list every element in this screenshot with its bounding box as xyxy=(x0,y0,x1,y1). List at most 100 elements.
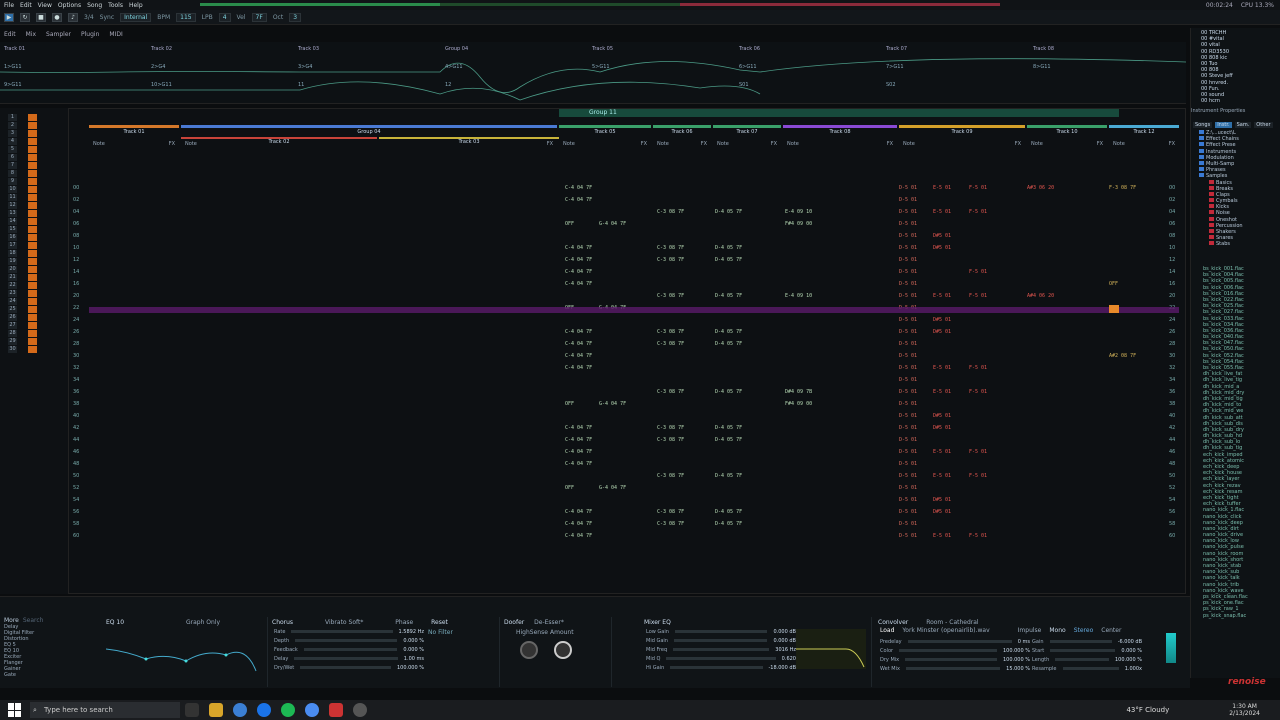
sequence-pattern[interactable] xyxy=(28,186,37,193)
note-cell[interactable]: C-4 04 7F xyxy=(565,533,592,539)
sequence-slot[interactable]: 1 xyxy=(8,114,17,121)
note-cell[interactable]: F-3 08 7F xyxy=(1109,185,1136,191)
note-cell[interactable]: D-5 01 xyxy=(899,209,917,215)
doofer-amount-knob[interactable] xyxy=(554,641,572,659)
browser-tab[interactable]: Songs xyxy=(1193,122,1213,128)
sequence-slot[interactable]: 9 xyxy=(8,178,17,185)
sequence-pattern[interactable] xyxy=(28,298,37,305)
browser-folder[interactable]: Stabs xyxy=(1199,241,1279,247)
sequence-pattern[interactable] xyxy=(28,258,37,265)
sequence-pattern[interactable] xyxy=(28,122,37,129)
note-cell[interactable]: D#4 09 7B xyxy=(785,389,812,395)
note-cell[interactable]: C-3 08 7F xyxy=(657,425,684,431)
note-cell[interactable]: D#5 01 xyxy=(933,509,951,515)
loop-button[interactable]: ↻ xyxy=(20,12,30,22)
note-cell[interactable]: F-5 01 xyxy=(969,389,987,395)
sequence-pattern[interactable] xyxy=(28,282,37,289)
note-cell[interactable]: D-5 01 xyxy=(899,197,917,203)
note-cell[interactable]: C-3 08 7F xyxy=(657,437,684,443)
sequence-slot[interactable]: 3 xyxy=(8,130,17,137)
pattern-row[interactable]: 10 10 C-4 04 7F C-3 08 7F D-4 05 7F D-5 01 D#5… xyxy=(69,245,1185,251)
pattern-row[interactable]: 16 16 C-4 04 7F D-5 01 OFF xyxy=(69,281,1185,287)
param-slider[interactable] xyxy=(907,640,1012,643)
note-cell[interactable]: D#5 01 xyxy=(933,233,951,239)
menu-file[interactable]: File xyxy=(4,2,14,9)
note-cell[interactable]: C-4 04 7F xyxy=(565,449,592,455)
param-slider[interactable] xyxy=(1050,649,1116,652)
note-cell[interactable]: D-5 01 xyxy=(899,413,917,419)
pattern-row[interactable]: 48 48 C-4 04 7F D-5 01 xyxy=(69,461,1185,467)
sequence-pattern[interactable] xyxy=(28,162,37,169)
pattern-row[interactable]: 42 42 C-4 04 7F C-3 08 7F D-4 05 7F D-5 01 D#5… xyxy=(69,425,1185,431)
note-cell[interactable]: F-5 01 xyxy=(969,365,987,371)
sequence-pattern[interactable] xyxy=(28,154,37,161)
renoise-taskbar-icon[interactable] xyxy=(329,703,343,717)
oct-value[interactable]: 3 xyxy=(289,12,302,22)
pattern-row[interactable]: 32 32 C-4 04 7F D-5 01 E-5 01 F-5 01 xyxy=(69,365,1185,371)
note-cell[interactable]: D-5 01 xyxy=(899,269,917,275)
chorus-filter[interactable]: No Filter xyxy=(428,629,453,636)
signature[interactable]: 3/4 xyxy=(84,14,94,21)
edit-cursor[interactable] xyxy=(1109,305,1119,313)
sequence-slot[interactable]: 29 xyxy=(8,338,17,345)
note-cell[interactable]: C-4 04 7F xyxy=(565,329,592,335)
eq10-graph[interactable] xyxy=(106,631,266,681)
note-cell[interactable]: C-4 04 7F xyxy=(565,425,592,431)
scope-track[interactable]: Track 07 7>G11 S02 xyxy=(886,42,1031,104)
pattern-row[interactable]: 56 56 C-4 04 7F C-3 08 7F D-4 05 7F D-5 01 D#5… xyxy=(69,509,1185,515)
note-cell[interactable]: C-4 04 7F xyxy=(565,269,592,275)
menu-options[interactable]: Options xyxy=(58,2,81,9)
param-slider[interactable] xyxy=(291,630,393,633)
pattern-row[interactable]: 60 60 C-4 04 7F D-5 01 E-5 01 F-5 01 xyxy=(69,533,1185,539)
note-cell[interactable]: D-5 01 xyxy=(899,377,917,383)
sequence-pattern[interactable] xyxy=(28,266,37,273)
pattern-row[interactable]: 44 44 C-4 04 7F C-3 08 7F D-4 05 7F D-5 01 xyxy=(69,437,1185,443)
scope-track[interactable]: Track 06 6>G11 S01 xyxy=(739,42,884,104)
param-slider[interactable] xyxy=(905,658,997,661)
mode-sampler[interactable]: Sampler xyxy=(46,31,71,38)
note-cell[interactable]: D-4 05 7F xyxy=(715,473,742,479)
sequence-slot[interactable]: 16 xyxy=(8,234,17,241)
param-value[interactable]: 100.000 % xyxy=(1003,657,1030,663)
note-cell[interactable]: D-4 05 7F xyxy=(715,509,742,515)
sequence-pattern[interactable] xyxy=(28,194,37,201)
sequence-slot[interactable]: 19 xyxy=(8,258,17,265)
stop-button[interactable]: ■ xyxy=(36,12,46,22)
sequence-pattern[interactable] xyxy=(28,250,37,257)
pattern-row[interactable]: 28 28 C-4 04 7F C-3 08 7F D-4 05 7F D-5 01 xyxy=(69,341,1185,347)
note-cell[interactable]: E-5 01 xyxy=(933,293,951,299)
pattern-row[interactable]: 50 50 C-3 08 7F D-4 05 7F D-5 01 E-5 01 F-5 01 xyxy=(69,473,1185,479)
eq10-graph-select[interactable]: Graph Only xyxy=(186,619,220,626)
sequence-slot[interactable]: 4 xyxy=(8,138,17,145)
scope-track[interactable]: Track 05 5>G11 xyxy=(592,42,737,104)
sequence-slot[interactable]: 21 xyxy=(8,274,17,281)
note-cell[interactable]: D-4 05 7F xyxy=(715,245,742,251)
lpb-value[interactable]: 4 xyxy=(218,12,231,22)
pattern-row[interactable]: 46 46 C-4 04 7F D-5 01 E-5 01 F-5 01 xyxy=(69,449,1185,455)
pattern-row[interactable]: 40 40 D-5 01 D#5 01 xyxy=(69,413,1185,419)
pattern-row[interactable]: 14 14 C-4 04 7F D-5 01 F-5 01 xyxy=(69,269,1185,275)
track-header[interactable]: Track 05 Note FX xyxy=(559,125,651,147)
param-value[interactable]: 0.000 % xyxy=(1121,648,1142,654)
note-cell[interactable]: F-5 01 xyxy=(969,449,987,455)
menu-song[interactable]: Song xyxy=(87,2,102,9)
note-cell[interactable]: C-4 04 7F xyxy=(565,437,592,443)
param-slider[interactable] xyxy=(295,639,398,642)
note-cell[interactable]: E-4 09 10 xyxy=(785,293,812,299)
pattern-row[interactable]: 24 24 D-5 01 D#5 01 xyxy=(69,317,1185,323)
sequence-pattern[interactable] xyxy=(28,114,37,121)
note-cell[interactable]: D-5 01 xyxy=(899,437,917,443)
note-cell[interactable]: D-5 01 xyxy=(899,497,917,503)
sequence-pattern[interactable] xyxy=(28,346,37,353)
note-cell[interactable]: E-5 01 xyxy=(933,389,951,395)
note-cell[interactable]: C-3 08 7F xyxy=(657,329,684,335)
note-cell[interactable]: D-4 05 7F xyxy=(715,293,742,299)
note-cell[interactable]: OFF xyxy=(565,401,574,407)
doofer-highsense-knob[interactable] xyxy=(520,641,538,659)
sequence-pattern[interactable] xyxy=(28,202,37,209)
sequence-slot[interactable]: 13 xyxy=(8,210,17,217)
note-cell[interactable]: C-4 04 7F xyxy=(565,245,592,251)
chorus-reset[interactable]: Reset xyxy=(431,619,448,626)
pattern-row[interactable]: 58 58 C-4 04 7F C-3 08 7F D-4 05 7F D-5 01 xyxy=(69,521,1185,527)
pattern-row[interactable]: 12 12 C-4 04 7F C-3 08 7F D-4 05 7F D-5 01 xyxy=(69,257,1185,263)
